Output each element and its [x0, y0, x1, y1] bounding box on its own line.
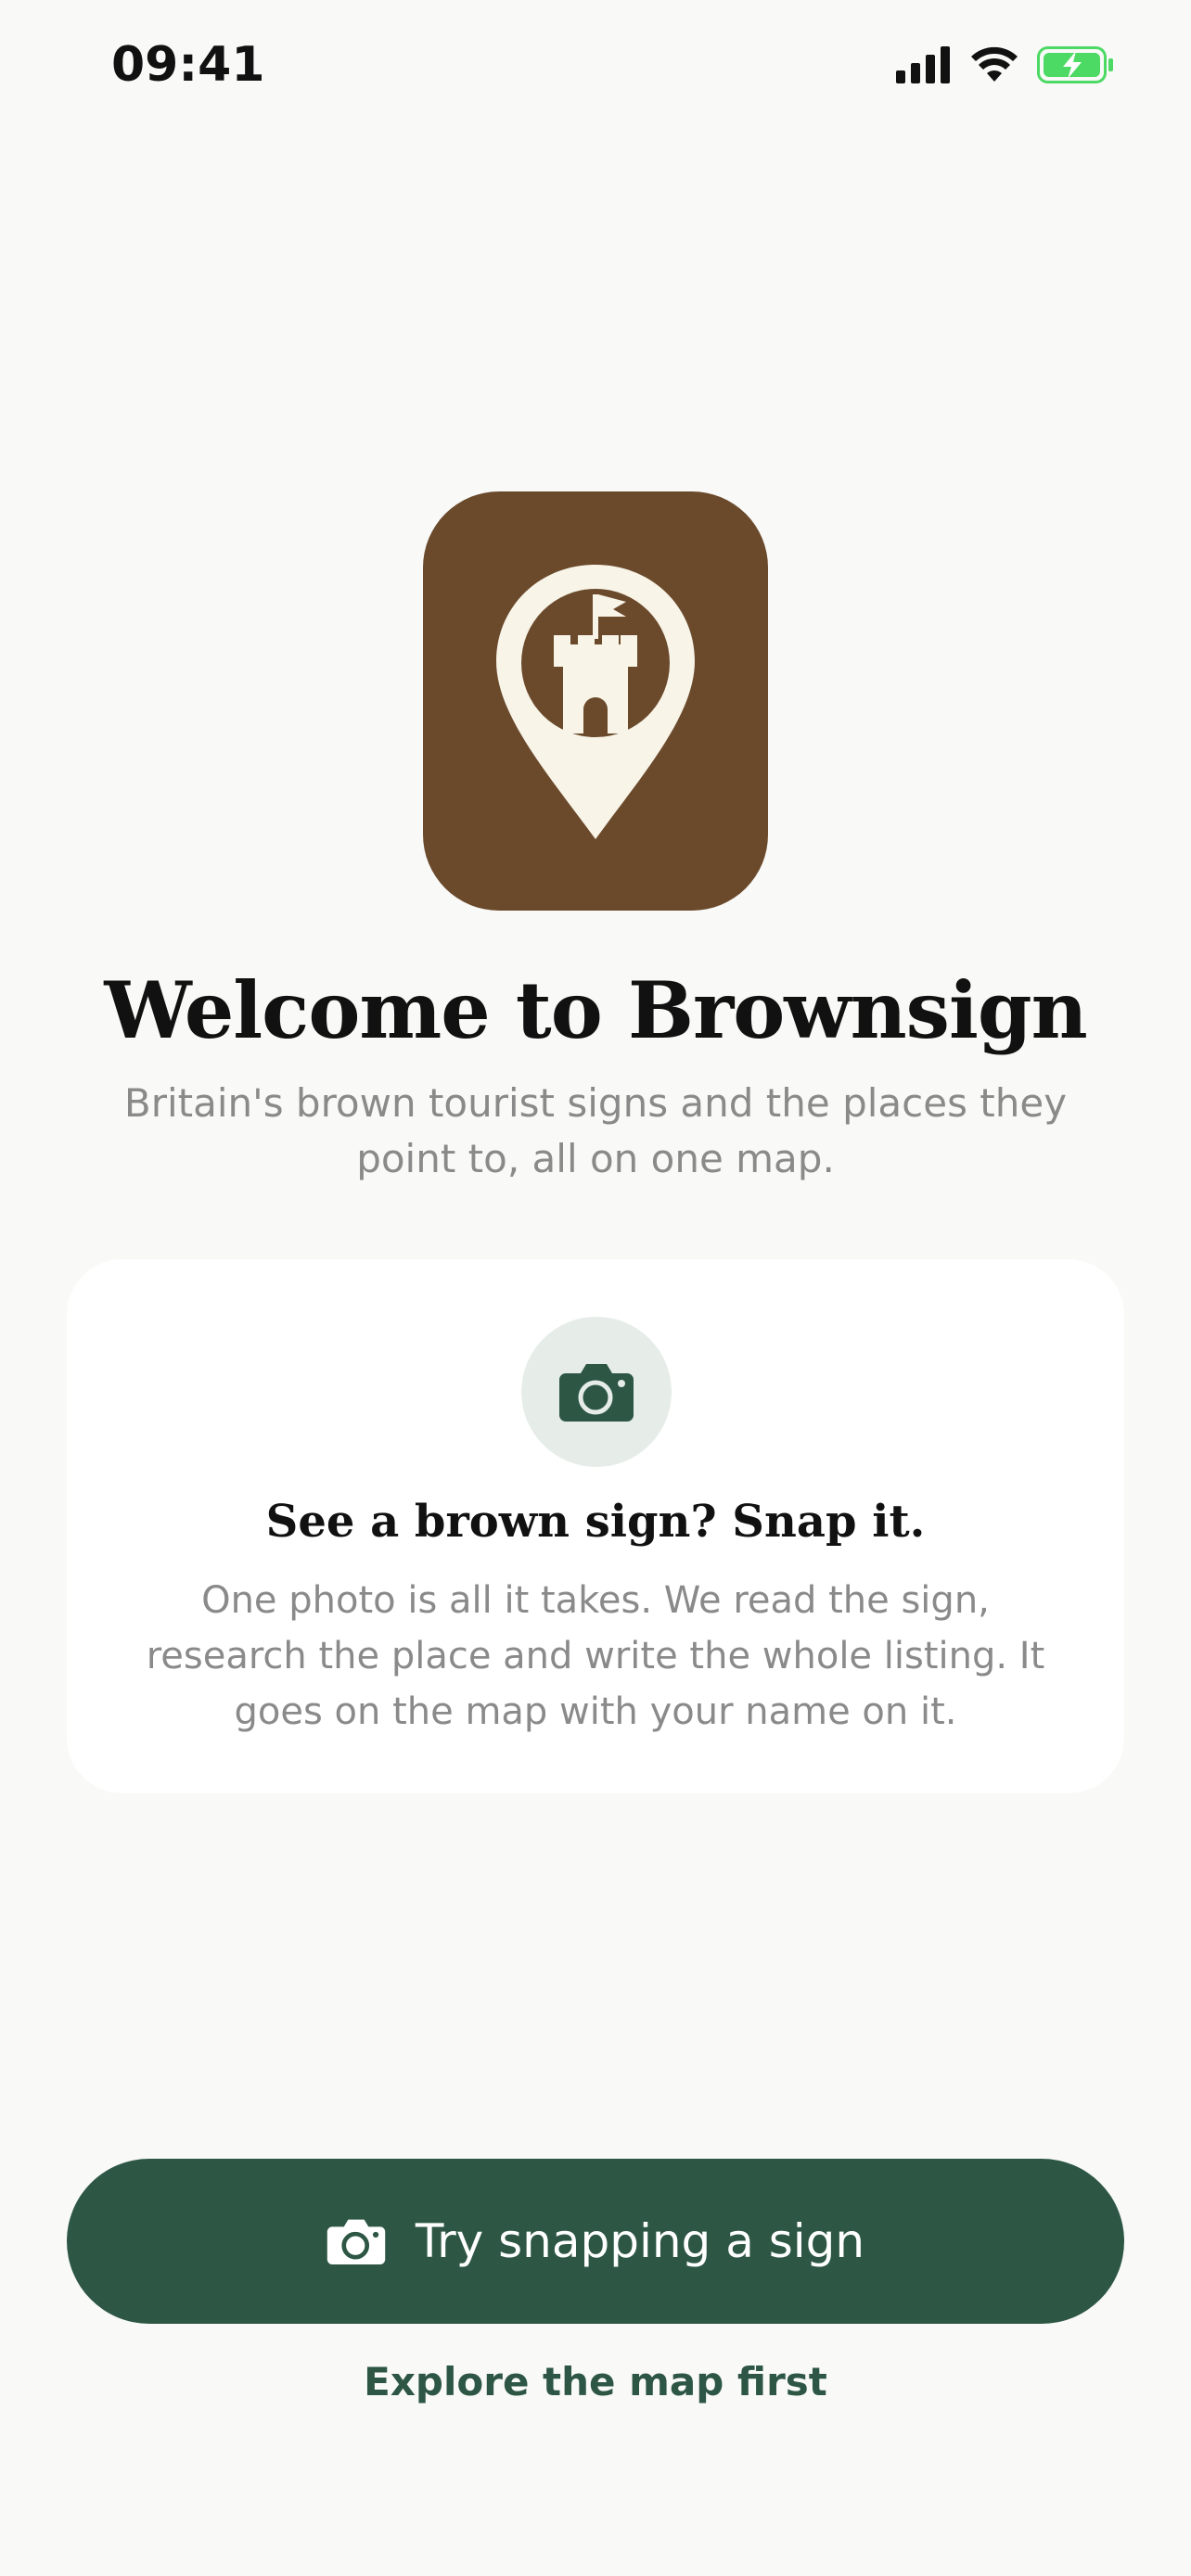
castle-map-pin-icon [496, 565, 695, 839]
try-snapping-button[interactable]: Try snapping a sign [67, 2159, 1124, 2324]
feature-card-body: One photo is all it takes. We read the s… [146, 1579, 1045, 1733]
cellular-signal-icon [896, 46, 950, 83]
feature-card: See a brown sign? Snap it. One photo is … [67, 1259, 1124, 1793]
status-time: 09:41 [111, 37, 265, 93]
camera-icon [327, 2219, 386, 2264]
camera-icon [559, 1364, 634, 1422]
app-logo [423, 491, 768, 911]
welcome-subtitle: Britain's brown tourist signs and the pl… [123, 1080, 1068, 1181]
wifi-icon [971, 46, 1018, 82]
status-icons [896, 46, 1115, 83]
try-snapping-button-label: Try snapping a sign [415, 2214, 865, 2268]
welcome-title: Welcome to Brownsign [104, 964, 1087, 1056]
explore-map-link[interactable]: Explore the map first [0, 2359, 1191, 2404]
battery-charging-icon [1037, 46, 1113, 83]
status-bar: 09:41 [0, 0, 1191, 139]
feature-icon-badge [521, 1317, 672, 1467]
feature-card-title: See a brown sign? Snap it. [265, 1496, 926, 1548]
